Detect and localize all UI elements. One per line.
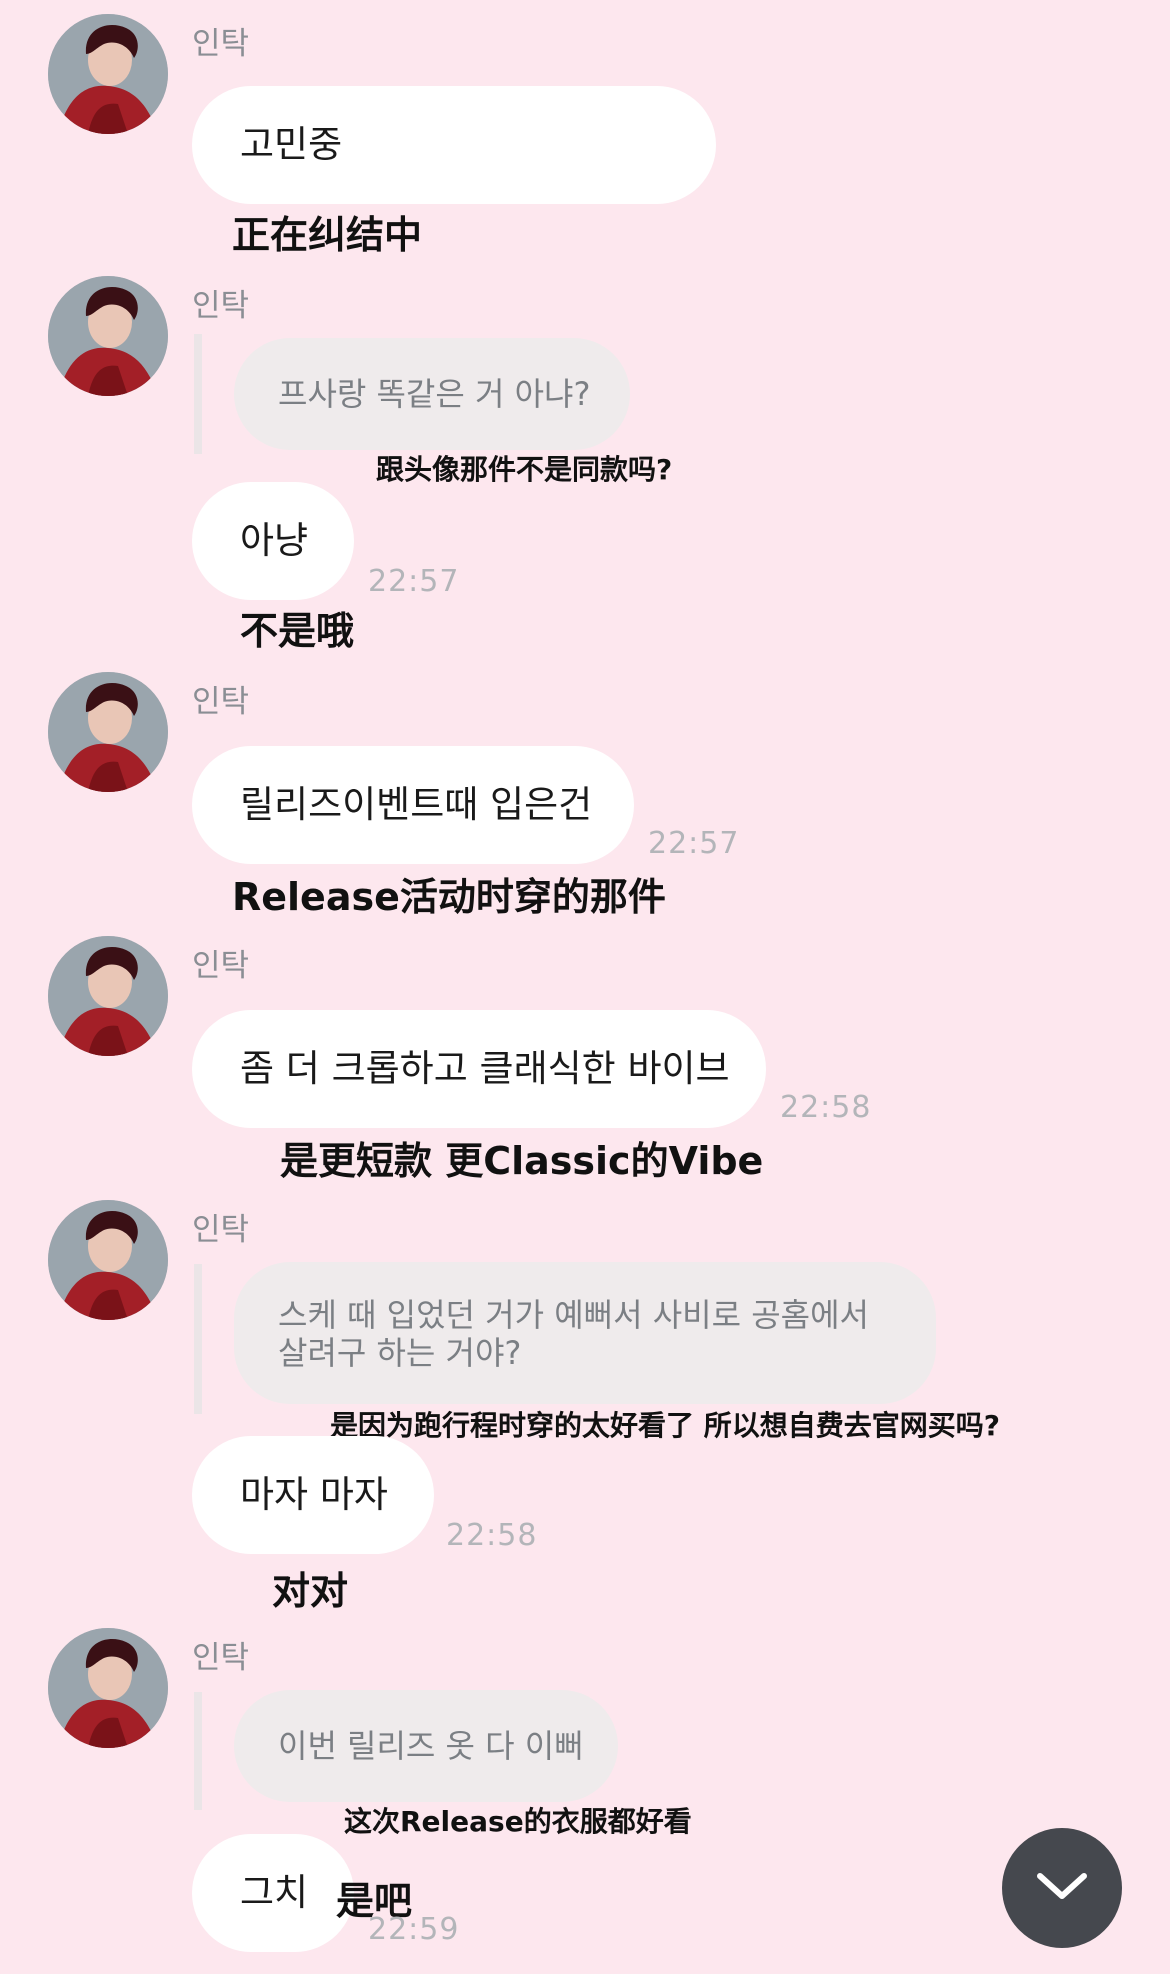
chevron-down-icon <box>1034 1868 1090 1908</box>
avatar[interactable] <box>48 1200 168 1320</box>
reply-quote-bar <box>194 1692 202 1810</box>
avatar[interactable] <box>48 936 168 1056</box>
message-bubble[interactable]: 그치 <box>192 1834 354 1952</box>
reply-quote-bar <box>194 334 202 454</box>
message-time: 22:57 <box>648 826 740 861</box>
message-bubble[interactable]: 아냥 <box>192 482 354 600</box>
scroll-to-bottom-button[interactable] <box>1002 1828 1122 1948</box>
avatar[interactable] <box>48 672 168 792</box>
sender-name: 인탁 <box>192 684 250 720</box>
avatar[interactable] <box>48 14 168 134</box>
translation-caption: 是更短款 更Classic的Vibe <box>280 1139 764 1183</box>
reply-quote[interactable]: 스케 때 입었던 거가 예뻐서 사비로 공홈에서 살려구 하는 거야? <box>234 1262 936 1404</box>
sender-name: 인탁 <box>192 26 250 62</box>
quote-translation-caption: 是因为跑行程时穿的太好看了 所以想自费去官网买吗? <box>330 1409 1000 1442</box>
message-bubble[interactable]: 마자 마자 <box>192 1436 434 1554</box>
reply-quote[interactable]: 프사랑 똑같은 거 아냐? <box>234 338 630 450</box>
message-time: 22:58 <box>446 1518 538 1553</box>
message-time: 22:57 <box>368 564 460 599</box>
sender-name: 인탁 <box>192 288 250 324</box>
avatar[interactable] <box>48 1628 168 1748</box>
sender-name: 인탁 <box>192 1212 250 1248</box>
translation-caption: 不是哦 <box>240 609 355 653</box>
message-time: 22:59 <box>368 1912 460 1947</box>
sender-name: 인탁 <box>192 1640 250 1676</box>
translation-caption: 正在纠结中 <box>232 213 423 257</box>
message-bubble[interactable]: 고민중 <box>192 86 716 204</box>
message-bubble[interactable]: 좀 더 크롭하고 클래식한 바이브 <box>192 1010 766 1128</box>
avatar[interactable] <box>48 276 168 396</box>
translation-caption: Release活动时穿的那件 <box>232 875 666 919</box>
reply-quote-bar <box>194 1264 202 1414</box>
translation-caption: 对对 <box>272 1569 349 1613</box>
sender-name: 인탁 <box>192 948 250 984</box>
reply-quote[interactable]: 이번 릴리즈 옷 다 이뻐 <box>234 1690 618 1802</box>
quote-translation-caption: 跟头像那件不是同款吗? <box>376 453 673 486</box>
quote-translation-caption: 这次Release的衣服都好看 <box>344 1805 692 1838</box>
message-time: 22:58 <box>780 1090 872 1125</box>
message-bubble[interactable]: 릴리즈이벤트때 입은건 <box>192 746 634 864</box>
